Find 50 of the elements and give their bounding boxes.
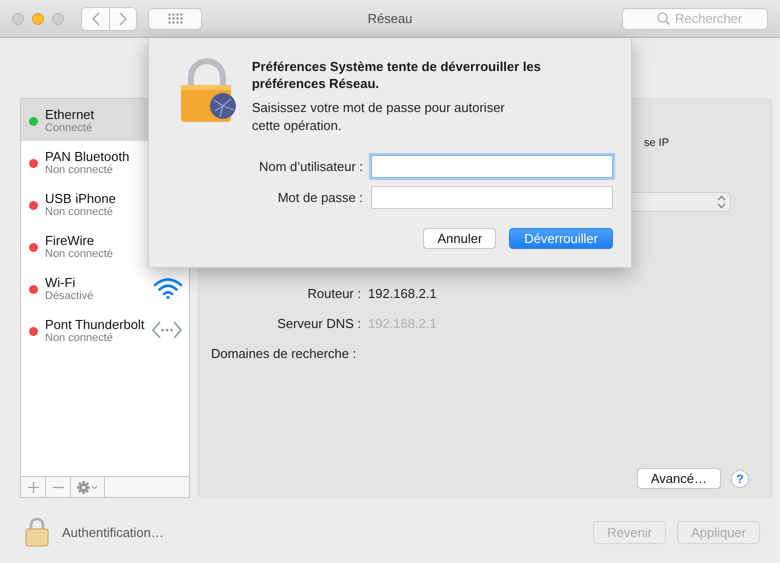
grid-icon xyxy=(168,13,182,24)
service-status: Non connecté xyxy=(45,248,113,260)
field-label: Routeur : xyxy=(308,286,361,301)
field-label: se IP xyxy=(644,137,670,149)
wifi-icon xyxy=(153,277,183,299)
dialog-message: Saisissez votre mot de passe pour autoriser cette opération. xyxy=(252,99,506,135)
forward-button[interactable] xyxy=(109,8,136,30)
service-name: Pont Thunderbolt xyxy=(45,316,144,332)
field-label: Mot de passe : xyxy=(278,190,363,205)
service-name: USB iPhone xyxy=(45,190,116,206)
chevron-updown-icon xyxy=(717,195,726,209)
padlock-icon[interactable] xyxy=(25,517,49,547)
window-title: Réseau xyxy=(368,11,412,26)
chevron-right-icon xyxy=(119,12,127,26)
field-label: Serveur DNS : xyxy=(277,316,361,331)
service-status: Non connecté xyxy=(45,164,113,176)
search-field[interactable]: Rechercher xyxy=(622,8,768,30)
service-status: Désactivé xyxy=(45,290,94,302)
close-button[interactable] xyxy=(12,12,24,24)
advanced-button[interactable]: Avancé… xyxy=(636,468,721,489)
zoom-button[interactable] xyxy=(52,12,64,24)
dialog-title: Préférences Système tente de déverrouiller les préférences Réseau. xyxy=(252,58,542,92)
network-service-item[interactable]: FireWire Non connecté xyxy=(21,225,189,267)
input-field[interactable] xyxy=(371,186,613,209)
service-status: Non connecté xyxy=(45,206,113,218)
field-label: Nom d’utilisateur : xyxy=(258,159,363,174)
chevron-left-icon xyxy=(92,12,100,26)
service-status: Non connecté xyxy=(45,332,113,344)
padlock-globe-icon xyxy=(179,58,237,122)
service-name: PAN Bluetooth xyxy=(45,148,130,164)
authentication-label: Authentification… xyxy=(62,524,164,540)
connection-arrows-icon xyxy=(151,319,183,341)
network-service-item[interactable]: Wi-Fi Désactivé xyxy=(21,267,189,309)
gear-icon xyxy=(76,480,98,494)
search-icon xyxy=(657,12,670,24)
input-field[interactable] xyxy=(371,155,613,178)
network-service-item[interactable]: PAN Bluetooth Non connecté xyxy=(21,141,189,183)
service-name: Wi-Fi xyxy=(45,274,76,290)
help-button[interactable]: ? xyxy=(731,470,749,488)
service-status: Connecté xyxy=(45,122,92,134)
minimize-button[interactable] xyxy=(32,12,44,24)
dialog-button[interactable]: Annuler xyxy=(423,228,496,249)
field-value: 192.168.2.1 xyxy=(368,286,437,301)
service-name: FireWire xyxy=(45,232,94,248)
show-all-button[interactable] xyxy=(148,8,202,30)
service-name: Ethernet xyxy=(45,106,94,122)
network-service-item[interactable]: Pont Thunderbolt Non connecté xyxy=(21,309,189,351)
plus-icon xyxy=(28,482,38,492)
network-service-item[interactable]: USB iPhone Non connecté xyxy=(21,183,189,225)
field-label: Domaines de recherche : xyxy=(211,346,356,361)
